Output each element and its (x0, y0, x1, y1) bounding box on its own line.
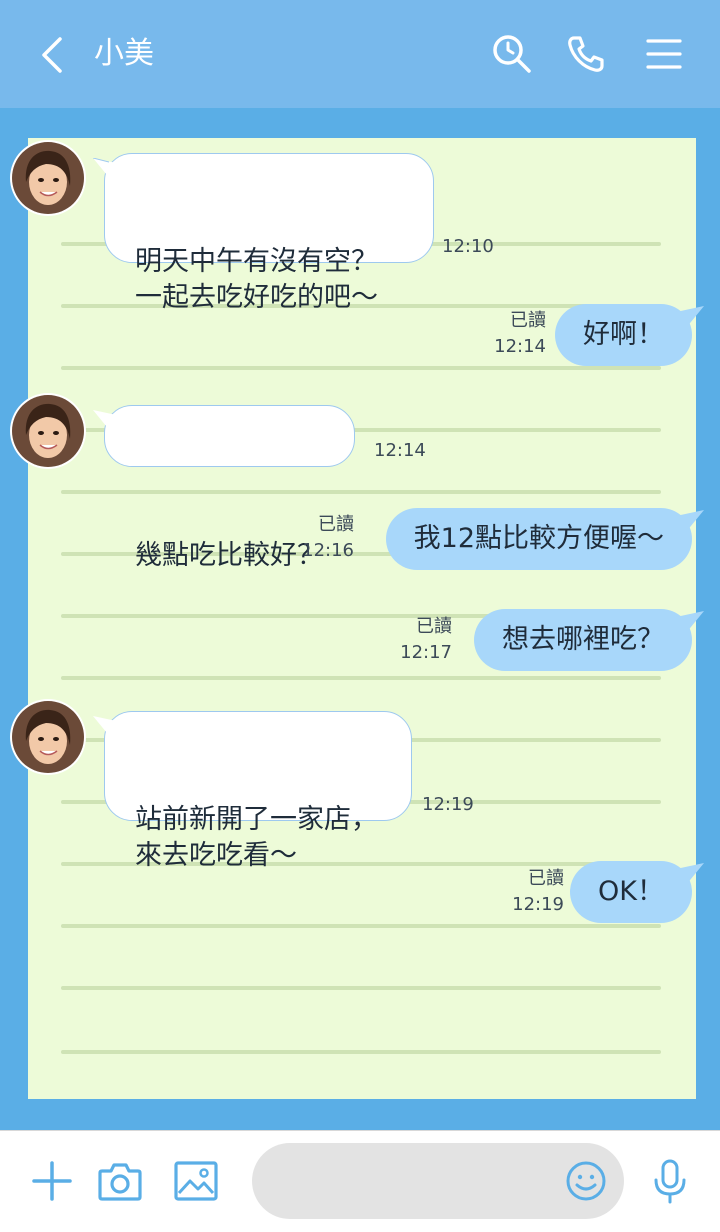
message-timestamp: 12:16 (302, 540, 354, 561)
menu-button[interactable] (640, 30, 688, 78)
contact-avatar[interactable] (12, 701, 84, 773)
add-button[interactable] (26, 1155, 78, 1207)
message-meta: 已讀 12:16 (302, 512, 354, 564)
phone-icon (568, 36, 604, 72)
voice-button[interactable] (644, 1155, 696, 1207)
message-timestamp: 12:14 (494, 336, 546, 357)
message-bubble-outgoing[interactable]: 好啊！ (555, 304, 704, 366)
plus-icon (32, 1161, 72, 1201)
message-bubble-incoming[interactable]: 站前新開了一家店， 來去吃吃看～ (93, 711, 412, 871)
message-timestamp: 12:10 (442, 236, 494, 257)
message-bubble-outgoing[interactable]: 想去哪裡吃？ (474, 609, 704, 671)
message-timestamp: 12:19 (512, 894, 564, 915)
chevron-left-icon (42, 37, 62, 73)
ruled-line (61, 986, 661, 990)
message-text: 明天中午有沒有空？ 一起去吃好吃的吧～ (135, 246, 378, 313)
message-meta: 已讀 12:17 (400, 614, 452, 666)
message-meta: 已讀 12:14 (494, 308, 546, 360)
ruled-line (61, 1050, 661, 1054)
message-bubble-incoming[interactable]: 幾點吃比較好？ (93, 405, 355, 571)
contact-avatar[interactable] (12, 395, 84, 467)
microphone-icon (654, 1159, 686, 1204)
smiley-icon (566, 1161, 606, 1201)
message-bubble-outgoing[interactable]: OK！ (570, 861, 704, 923)
message-timestamp: 12:17 (400, 642, 452, 663)
message-text: 幾點吃比較好？ (135, 540, 324, 571)
message-bubble-incoming[interactable]: 明天中午有沒有空？ 一起去吃好吃的吧～ (93, 153, 434, 313)
read-receipt: 已讀 (318, 514, 354, 535)
contact-avatar[interactable] (12, 142, 84, 214)
image-button[interactable] (170, 1155, 222, 1207)
message-text: 好啊！ (583, 319, 664, 350)
image-icon (174, 1161, 218, 1201)
input-bar (0, 1130, 720, 1232)
search-icon (493, 35, 531, 73)
menu-icon (646, 39, 682, 69)
message-bubble-outgoing[interactable]: 我12點比較方便喔～ (385, 508, 704, 570)
back-button[interactable] (30, 30, 74, 80)
message-text: OK！ (598, 876, 664, 907)
message-text: 我12點比較方便喔～ (413, 523, 664, 554)
ruled-line (61, 676, 661, 680)
call-button[interactable] (562, 30, 610, 78)
message-timestamp: 12:19 (422, 794, 474, 815)
camera-button[interactable] (94, 1155, 146, 1207)
message-timestamp: 12:14 (374, 440, 426, 461)
ruled-line (61, 924, 661, 928)
read-receipt: 已讀 (528, 868, 564, 889)
read-receipt: 已讀 (416, 616, 452, 637)
ruled-line (61, 490, 661, 494)
contact-name: 小美 (94, 36, 154, 71)
search-button[interactable] (488, 30, 536, 78)
read-receipt: 已讀 (510, 310, 546, 331)
chat-header: 小美 (0, 0, 720, 108)
ruled-line (61, 366, 661, 370)
message-meta: 已讀 12:19 (512, 866, 564, 918)
message-text: 想去哪裡吃？ (502, 624, 664, 655)
camera-icon (98, 1163, 142, 1201)
emoji-button[interactable] (562, 1157, 610, 1205)
